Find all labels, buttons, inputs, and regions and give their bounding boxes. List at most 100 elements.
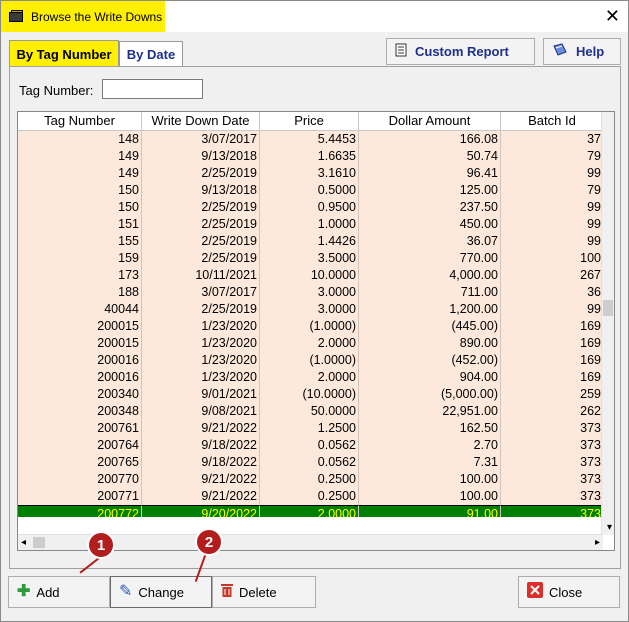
table-row[interactable]: 200340 9/01/2021 (10.0000) (5,000.00) 259	[18, 386, 603, 403]
column-header-tag-number[interactable]: Tag Number	[18, 112, 142, 130]
cell-tag: 200348	[18, 403, 142, 420]
cell-price: 2.0000	[260, 335, 359, 352]
cell-amount: 91.00	[359, 505, 501, 517]
horizontal-scroll-thumb[interactable]	[33, 537, 45, 548]
cell-price: 3.0000	[260, 284, 359, 301]
table-row[interactable]: 150 9/13/2018 0.5000 125.00 79	[18, 182, 603, 199]
cell-price: 3.0000	[260, 301, 359, 318]
table-row[interactable]: 200764 9/18/2022 0.0562 2.70 373	[18, 437, 603, 454]
cell-batch: 169	[501, 318, 603, 335]
cell-price: 3.5000	[260, 250, 359, 267]
table-row[interactable]: 200015 1/23/2020 2.0000 890.00 169	[18, 335, 603, 352]
cell-price: 0.2500	[260, 471, 359, 488]
cell-batch: 100	[501, 250, 603, 267]
table-row[interactable]: 159 2/25/2019 3.5000 770.00 100	[18, 250, 603, 267]
table-row[interactable]: 151 2/25/2019 1.0000 450.00 99	[18, 216, 603, 233]
cell-batch: 259	[501, 386, 603, 403]
table-row[interactable]: 173 10/11/2021 10.0000 4,000.00 267	[18, 267, 603, 284]
cell-price: 10.0000	[260, 267, 359, 284]
cell-date: 9/21/2022	[142, 488, 260, 505]
cell-date: 9/18/2022	[142, 437, 260, 454]
cell-date: 3/07/2017	[142, 131, 260, 148]
custom-report-label: Custom Report	[415, 44, 509, 59]
cell-tag: 149	[18, 165, 142, 182]
cell-amount: 237.50	[359, 199, 501, 216]
cell-date: 9/18/2022	[142, 454, 260, 471]
cell-amount: 1,200.00	[359, 301, 501, 318]
scroll-down-arrow-icon[interactable]: ▾	[607, 522, 612, 533]
scroll-left-arrow-icon[interactable]: ◂	[21, 537, 26, 548]
table-row[interactable]: 200348 9/08/2021 50.0000 22,951.00 262	[18, 403, 603, 420]
add-label: Add	[36, 584, 60, 600]
table-row[interactable]: 149 9/13/2018 1.6635 50.74 79	[18, 148, 603, 165]
cell-price: (1.0000)	[260, 318, 359, 335]
cell-batch: 373	[501, 471, 603, 488]
pencil-icon: ✎	[119, 583, 133, 600]
cell-batch: 373	[501, 505, 603, 517]
cell-tag: 200340	[18, 386, 142, 403]
cell-batch: 36	[501, 284, 603, 301]
cell-batch: 99	[501, 233, 603, 250]
table-row[interactable]: 40044 2/25/2019 3.0000 1,200.00 99	[18, 301, 603, 318]
cell-batch: 373	[501, 454, 603, 471]
table-row[interactable]: 188 3/07/2017 3.0000 711.00 36	[18, 284, 603, 301]
table-row-selected[interactable]: 200772 9/20/2022 2.0000 91.00 373	[18, 505, 603, 517]
cell-tag: 200765	[18, 454, 142, 471]
cell-date: 2/25/2019	[142, 301, 260, 318]
tab-by-tag-number[interactable]: By Tag Number	[9, 40, 119, 67]
cell-batch: 99	[501, 199, 603, 216]
cell-tag: 200764	[18, 437, 142, 454]
cell-price: (10.0000)	[260, 386, 359, 403]
table-row[interactable]: 200016 1/23/2020 (1.0000) (452.00) 169	[18, 352, 603, 369]
cell-date: 3/07/2017	[142, 284, 260, 301]
help-button[interactable]: Help	[543, 38, 621, 65]
cell-amount: 125.00	[359, 182, 501, 199]
table-row[interactable]: 149 2/25/2019 3.1610 96.41 99	[18, 165, 603, 182]
scroll-right-arrow-icon[interactable]: ▸	[595, 537, 600, 548]
cell-tag: 173	[18, 267, 142, 284]
close-button[interactable]: Close	[518, 576, 620, 608]
cell-price: 2.0000	[260, 505, 359, 517]
cell-batch: 79	[501, 148, 603, 165]
cell-price: 5.4453	[260, 131, 359, 148]
table-row[interactable]: 200016 1/23/2020 2.0000 904.00 169	[18, 369, 603, 386]
write-downs-grid: Tag Number Write Down Date Price Dollar …	[17, 111, 615, 551]
table-row[interactable]: 200765 9/18/2022 0.0562 7.31 373	[18, 454, 603, 471]
cell-price: (1.0000)	[260, 352, 359, 369]
vertical-scrollbar[interactable]: ▾	[601, 112, 614, 535]
cell-price: 50.0000	[260, 403, 359, 420]
tab-by-date[interactable]: By Date	[119, 41, 183, 66]
table-row[interactable]: 150 2/25/2019 0.9500 237.50 99	[18, 199, 603, 216]
cell-tag: 200016	[18, 369, 142, 386]
cell-date: 10/11/2021	[142, 267, 260, 284]
title-bar: Browse the Write Downs ✕	[1, 1, 628, 32]
column-header-write-down-date[interactable]: Write Down Date	[142, 112, 260, 130]
table-row[interactable]: 148 3/07/2017 5.4453 166.08 37	[18, 131, 603, 148]
cell-amount: (5,000.00)	[359, 386, 501, 403]
cell-tag: 200772	[18, 505, 142, 517]
cell-date: 9/20/2022	[142, 505, 260, 517]
cell-date: 9/01/2021	[142, 386, 260, 403]
cell-batch: 79	[501, 182, 603, 199]
column-header-price[interactable]: Price	[260, 112, 359, 130]
close-window-icon[interactable]: ✕	[605, 7, 620, 25]
vertical-scroll-thumb[interactable]	[603, 300, 613, 316]
cell-tag: 159	[18, 250, 142, 267]
column-header-batch-id[interactable]: Batch Id	[501, 112, 603, 130]
add-button[interactable]: ✚ Add	[8, 576, 110, 608]
table-row[interactable]: 155 2/25/2019 1.4426 36.07 99	[18, 233, 603, 250]
grid-rows: 148 3/07/2017 5.4453 166.08 37 149 9/13/2018 1.…	[18, 131, 603, 517]
table-row[interactable]: 200770 9/21/2022 0.2500 100.00 373	[18, 471, 603, 488]
close-icon	[527, 582, 543, 602]
cell-amount: 890.00	[359, 335, 501, 352]
cell-price: 0.9500	[260, 199, 359, 216]
cell-tag: 40044	[18, 301, 142, 318]
table-row[interactable]: 200015 1/23/2020 (1.0000) (445.00) 169	[18, 318, 603, 335]
delete-button[interactable]: Delete	[212, 576, 316, 608]
tag-number-input[interactable]	[102, 79, 203, 99]
custom-report-button[interactable]: Custom Report	[386, 38, 535, 65]
cell-tag: 155	[18, 233, 142, 250]
table-row[interactable]: 200761 9/21/2022 1.2500 162.50 373	[18, 420, 603, 437]
column-header-dollar-amount[interactable]: Dollar Amount	[359, 112, 501, 130]
table-row[interactable]: 200771 9/21/2022 0.2500 100.00 373	[18, 488, 603, 505]
